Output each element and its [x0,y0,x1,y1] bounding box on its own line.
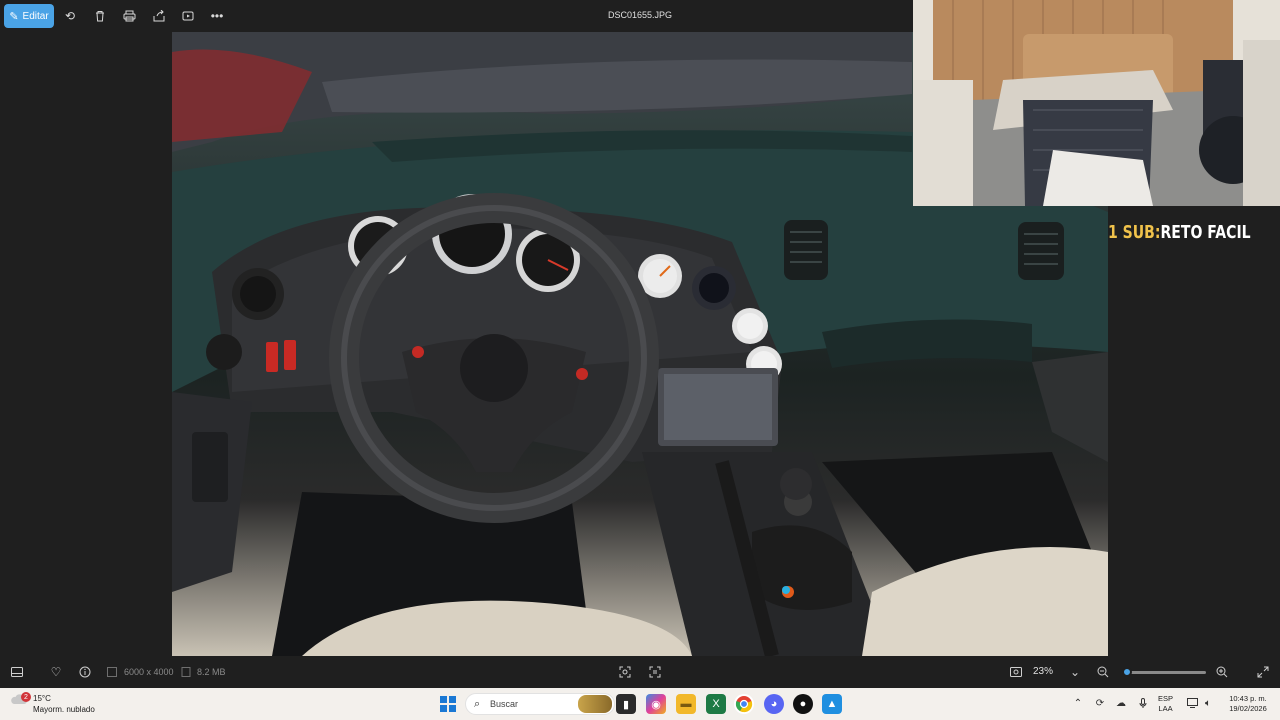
photo-info-bar [0,656,1280,688]
language-bottom: LAA [1158,704,1173,713]
webcam-overlay [913,0,1280,206]
clock-time: 10:43 p. m. [1229,694,1267,703]
image-size-icon [106,664,118,680]
onedrive-cloud-icon[interactable]: ☁ [1115,697,1127,709]
edit-button-label: Editar [22,10,49,22]
edit-button[interactable]: ✎ Editar [4,4,54,28]
chevron-down-icon[interactable]: ⌄ [1067,664,1083,680]
weather-description: Mayorm. nublado [33,705,95,714]
taskbar [0,688,1280,720]
search-icon: ⌕ [474,698,481,710]
print-icon[interactable] [121,8,137,24]
zoom-in-icon[interactable] [1214,664,1230,680]
display-icon[interactable] [1186,697,1198,709]
copilot-icon[interactable]: ◉ [646,694,666,714]
weather-badge: 2 [21,692,31,702]
zoom-slider[interactable] [1122,667,1206,677]
clock-date: 19/02/2026 [1229,704,1267,713]
image-dimensions: 6000 x 4000 [124,667,174,677]
chevron-up-icon[interactable]: ⌃ [1072,697,1084,709]
file-name: DSC01655.JPG [607,10,673,20]
language-top: ESP [1158,694,1174,703]
zoom-out-icon[interactable] [1095,664,1111,680]
trash-icon[interactable] [92,8,108,24]
excel-icon[interactable]: X [706,694,726,714]
text-extract-icon[interactable] [647,664,663,680]
zoom-level[interactable]: 23% [1033,666,1053,677]
more-icon[interactable]: ••• [209,8,225,24]
filmstrip-icon[interactable] [9,664,25,680]
pencil-edit-icon: ✎ [9,10,19,23]
chrome-icon[interactable] [734,694,754,714]
obs-icon[interactable]: ● [793,694,813,714]
visual-search-icon[interactable] [617,664,633,680]
rotate-icon[interactable]: ⟲ [62,8,78,24]
sub-count-label: 1 SUB: [1108,222,1161,243]
file-explorer-icon[interactable]: ▬ [676,694,696,714]
slideshow-icon[interactable] [180,8,196,24]
photos-app-icon[interactable]: ▲ [822,694,842,714]
windows-start-icon[interactable] [440,696,456,712]
challenge-label: RETO FACIL [1160,222,1251,243]
discord-icon[interactable]: ◕ [764,694,784,714]
search-highlight-image [578,695,612,713]
fullscreen-icon[interactable] [1255,664,1271,680]
volume-icon[interactable]: 🔈︎ [1202,697,1214,709]
stream-overlay-text: 1 SUB:RETO FACIL [1108,222,1251,243]
fit-to-window-icon[interactable] [1008,664,1024,680]
weather-text[interactable]: 15°C Mayorm. nublado [33,693,95,715]
temperature: 15°C [33,694,51,703]
search-placeholder: Buscar [490,699,519,709]
clock[interactable]: 10:43 p. m. 19/02/2026 [1224,694,1272,714]
microphone-icon[interactable] [1137,697,1149,709]
share-icon[interactable] [151,8,167,24]
heart-icon[interactable]: ♡ [48,664,64,680]
task-view-icon[interactable]: ▮ [616,694,636,714]
sync-icon[interactable]: ⟳ [1094,697,1106,709]
taskbar-search[interactable]: ⌕ Buscar [465,693,615,715]
file-size: 8.2 MB [197,667,226,677]
info-icon[interactable] [77,664,93,680]
file-size-icon [180,664,192,680]
language-indicator[interactable]: ESP LAA [1158,694,1173,714]
